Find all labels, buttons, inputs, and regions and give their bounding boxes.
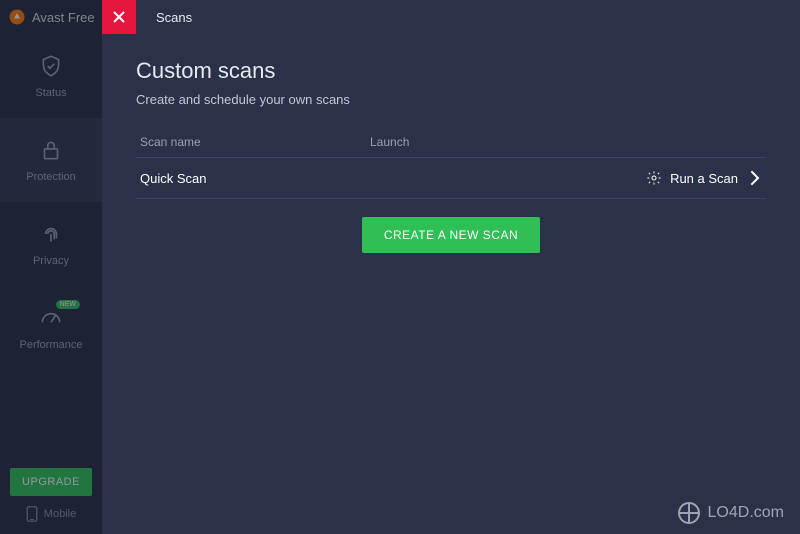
lock-icon [38, 137, 64, 163]
fingerprint-icon [38, 221, 64, 247]
sidebar-item-label: Privacy [33, 255, 69, 267]
gear-icon [646, 170, 662, 186]
sidebar-item-label: Protection [26, 171, 76, 183]
avast-logo-icon [8, 8, 26, 26]
close-icon [113, 11, 125, 23]
mobile-link[interactable]: Mobile [0, 506, 102, 522]
topbar: Scans [102, 0, 800, 34]
sidebar-item-performance[interactable]: NEW Performance [0, 286, 102, 370]
page-title: Custom scans [136, 58, 766, 84]
sidebar-item-label: Performance [20, 339, 83, 351]
brand: Avast Free [0, 0, 102, 34]
nav: Status Protection Privacy NEW Performanc… [0, 34, 102, 370]
run-scan-label: Run a Scan [670, 171, 738, 186]
column-header-name: Scan name [140, 135, 370, 149]
close-button[interactable] [102, 0, 136, 34]
page-subtitle: Create and schedule your own scans [136, 92, 766, 107]
upgrade-button[interactable]: UPGRADE [10, 468, 92, 496]
mobile-label: Mobile [44, 508, 76, 520]
sidebar: Avast Free Status Protection Privacy NEW… [0, 0, 102, 534]
sidebar-item-status[interactable]: Status [0, 34, 102, 118]
sidebar-item-label: Status [35, 87, 66, 99]
run-scan-button[interactable]: Run a Scan [646, 170, 762, 186]
mobile-icon [26, 506, 38, 522]
scan-name: Quick Scan [140, 171, 370, 186]
shield-check-icon [38, 53, 64, 79]
create-row: CREATE A NEW SCAN [136, 199, 766, 253]
sidebar-bottom: UPGRADE Mobile [0, 468, 102, 534]
brand-name: Avast Free [32, 10, 95, 25]
main: Custom scans Create and schedule your ow… [102, 34, 800, 534]
table-row: Quick Scan Run a Scan [136, 158, 766, 198]
column-header-launch: Launch [370, 135, 762, 149]
topbar-title: Scans [136, 0, 192, 34]
create-new-scan-button[interactable]: CREATE A NEW SCAN [362, 217, 540, 253]
new-badge: NEW [56, 300, 80, 309]
sidebar-item-privacy[interactable]: Privacy [0, 202, 102, 286]
chevron-right-icon [746, 170, 762, 186]
table-header: Scan name Launch [136, 135, 766, 157]
sidebar-item-protection[interactable]: Protection [0, 118, 102, 202]
